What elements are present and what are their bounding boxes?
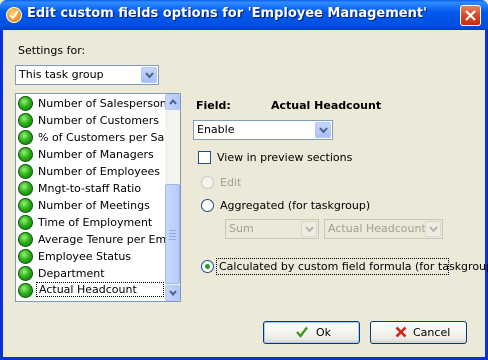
edit-label: Edit	[220, 176, 242, 189]
calculated-label[interactable]: Calculated by custom field formula (for …	[219, 260, 488, 273]
settings-for-label: Settings for:	[18, 44, 86, 57]
list-item[interactable]: Mngt-to-staff Ratio	[16, 180, 166, 197]
edit-radio	[201, 176, 214, 189]
list-item-label: Number of Employees	[38, 165, 160, 178]
scroll-thumb[interactable]	[165, 184, 180, 284]
view-in-preview-checkbox[interactable]	[198, 151, 211, 164]
calculated-radio[interactable]	[201, 260, 214, 273]
list-item[interactable]: Time of Employment	[16, 214, 166, 231]
chevron-down-icon[interactable]	[315, 122, 331, 138]
list-item[interactable]: Department	[16, 265, 166, 282]
radio-selected-indicator	[205, 264, 210, 269]
app-check-icon	[6, 7, 22, 23]
cancel-button[interactable]: Cancel	[370, 321, 467, 344]
view-in-preview-label[interactable]: View in preview sections	[217, 151, 352, 164]
list-item[interactable]: Number of Managers	[16, 146, 166, 163]
cancel-button-label: Cancel	[413, 326, 451, 339]
green-status-icon	[18, 113, 33, 128]
list-item-label: Actual Headcount	[36, 282, 164, 297]
green-status-icon	[18, 283, 33, 298]
list-item[interactable]: Actual Headcount	[16, 282, 166, 299]
list-item-label: Number of Salespersons	[38, 97, 166, 110]
list-item[interactable]: Number of Meetings	[16, 197, 166, 214]
close-icon	[465, 10, 476, 21]
list-item-label: Time of Employment	[38, 216, 153, 229]
list-item-label: Department	[38, 267, 105, 280]
list-item-label: % of Customers per Salesp	[38, 131, 166, 144]
close-button[interactable]	[460, 5, 481, 26]
aggregate-field-value: Actual Headcount	[328, 222, 426, 235]
chevron-down-icon	[301, 221, 317, 237]
check-icon	[296, 326, 308, 338]
list-item-label: Number of Customers	[38, 114, 159, 127]
list-item-label: Average Tenure per Emplo	[38, 233, 166, 246]
aggregate-function-value: Sum	[229, 222, 254, 235]
list-scrollbar[interactable]	[165, 94, 180, 301]
list-item-label: Mngt-to-staff Ratio	[38, 182, 142, 195]
list-item[interactable]: Average Tenure per Emplo	[16, 231, 166, 248]
green-status-icon	[18, 164, 33, 179]
settings-for-value: This task group	[19, 68, 104, 81]
dialog-window: Edit custom fields options for 'Employee…	[0, 0, 488, 360]
list-item[interactable]: Number of Customers	[16, 112, 166, 129]
window-title: Edit custom fields options for 'Employee…	[27, 6, 428, 21]
ok-button[interactable]: Ok	[263, 321, 360, 344]
scroll-down-button[interactable]	[165, 285, 180, 301]
green-status-icon	[18, 198, 33, 213]
chevron-up-icon	[169, 99, 177, 105]
settings-for-dropdown[interactable]: This task group	[15, 65, 159, 85]
field-mode-dropdown[interactable]: Enable	[193, 120, 333, 140]
green-status-icon	[18, 249, 33, 264]
green-status-icon	[18, 266, 33, 281]
list-item[interactable]: Employee Status	[16, 248, 166, 265]
field-name: Actual Headcount	[271, 99, 382, 112]
field-label: Field:	[196, 99, 231, 112]
cancel-x-icon	[395, 326, 407, 338]
chevron-down-icon[interactable]	[141, 67, 157, 83]
list-item-label: Number of Managers	[38, 148, 154, 161]
green-status-icon	[18, 232, 33, 247]
aggregate-field-dropdown: Actual Headcount	[324, 219, 443, 239]
green-status-icon	[18, 147, 33, 162]
chevron-down-icon	[169, 290, 177, 296]
green-status-icon	[18, 215, 33, 230]
chevron-down-icon	[425, 221, 441, 237]
ok-button-label: Ok	[316, 326, 332, 339]
green-status-icon	[18, 130, 33, 145]
field-mode-value: Enable	[197, 123, 235, 136]
scroll-up-button[interactable]	[165, 94, 180, 110]
list-item-label: Employee Status	[38, 250, 132, 263]
dialog-body: Settings for: This task group Number of …	[3, 30, 488, 357]
custom-fields-list[interactable]: Number of Salespersons Number of Customer…	[15, 93, 181, 302]
green-status-icon	[18, 96, 33, 111]
green-status-icon	[18, 181, 33, 196]
list-item[interactable]: Number of Employees	[16, 163, 166, 180]
list-item[interactable]: Number of Salespersons	[16, 95, 166, 112]
aggregated-label[interactable]: Aggregated (for taskgroup)	[220, 199, 370, 212]
list-item-label: Number of Meetings	[38, 199, 150, 212]
list-item[interactable]: % of Customers per Salesp	[16, 129, 166, 146]
aggregate-function-dropdown: Sum	[225, 219, 319, 239]
title-bar[interactable]: Edit custom fields options for 'Employee…	[0, 0, 488, 30]
aggregated-radio[interactable]	[201, 199, 214, 212]
